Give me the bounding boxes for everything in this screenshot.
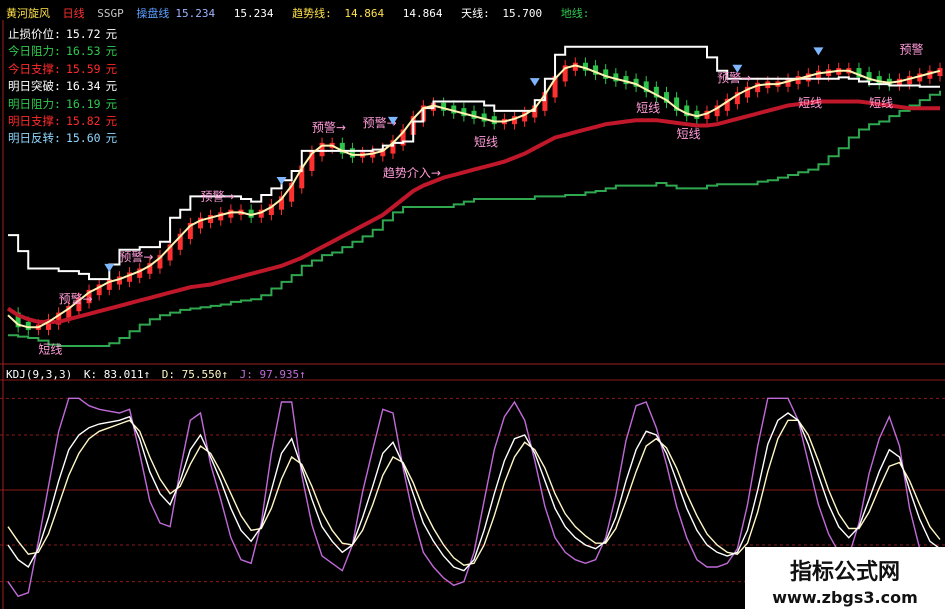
price-level-value: 16.19 — [65, 96, 101, 111]
price-level-row: 明日支撑: 15.82 元 — [8, 113, 117, 130]
price-level-unit: 元 — [105, 44, 118, 59]
candle-body — [349, 148, 355, 158]
signal-arrow-icon — [529, 78, 540, 87]
warning-label: 预警→ — [312, 120, 346, 135]
price-level-row: 明日阻力: 16.19 元 — [8, 96, 117, 113]
price-level-value: 15.72 — [65, 27, 101, 41]
short-label: 短线 — [636, 101, 660, 115]
kdj-name: KDJ(9,3,3) — [6, 368, 73, 381]
signal-arrow-icon — [813, 47, 824, 56]
header-item: 趋势线: 14.864 — [292, 7, 385, 20]
price-level-label: 明日阻力: — [8, 96, 61, 111]
price-level-label: 今日支撑: — [8, 61, 61, 76]
price-level-value: 15.82 — [65, 114, 101, 129]
price-level-unit: 元 — [105, 131, 118, 146]
chart-canvas[interactable]: 预警→预警→预警→预警→ 预警→预警→预警短线短线短线短线短线 短线趋势介入→ — [0, 0, 945, 609]
price-level-unit: 元 — [105, 61, 118, 76]
watermark-url: www.zbgs3.com — [772, 588, 918, 607]
earth-line — [8, 90, 941, 347]
kdj-k-value: K: 83.011↑ — [83, 368, 151, 381]
price-level-unit: 元 — [105, 79, 118, 94]
signal-arrow-icon — [104, 263, 115, 272]
price-level-label: 明日反转: — [8, 131, 61, 146]
kdj-d-value: D: 75.550↑ — [161, 368, 228, 381]
price-level-label: 止损价位: — [8, 27, 61, 41]
warning-label: 预警→ — [119, 249, 153, 264]
price-level-row: 止损价位: 15.72 元 — [8, 26, 117, 43]
header-bar: 黄河旋风 日线 SSGP 操盘线 15.234 15.234 趋势线: 14.86… — [6, 5, 601, 21]
watermark: 指标公式网 www.zbgs3.com — [745, 547, 945, 609]
short-label: 短线 — [869, 96, 893, 110]
price-level-row: 今日阻力: 16.53 元 — [8, 43, 117, 60]
warning-label: 预警→ — [200, 188, 234, 203]
header-item: 地线: — [560, 7, 590, 20]
price-level-value: 15.59 — [65, 61, 101, 76]
stock-code: SSGP — [97, 7, 124, 20]
header-item: 天线: 15.700 — [461, 7, 543, 20]
price-level-row: 明日反转: 15.60 元 — [8, 130, 117, 147]
price-level-row: 今日支撑: 15.59 元 — [8, 61, 117, 78]
price-level-value: 15.60 — [65, 131, 101, 146]
stock-chart-screen: 预警→ 预警→ 预警→ 预警→ 预警→ 预警→ 预警 短线 短线 短线 短线 短线 短线 趋势介入→ 黄河… — [0, 0, 945, 609]
trend-entry-label: 趋势介入→ — [383, 166, 441, 180]
price-level-value: 16.34 — [65, 79, 101, 94]
price-level-unit: 元 — [105, 114, 118, 129]
header-item: 14.864 — [402, 7, 443, 20]
warning-label: 预警→ — [59, 291, 93, 306]
watermark-title: 指标公式网 — [789, 560, 900, 585]
kdj-header: KDJ(9,3,3) K: 83.011↑ D: 75.550↑ J: 97.9… — [6, 368, 311, 381]
price-level-row: 明日突破: 16.34 元 — [8, 78, 117, 95]
short-label: 短线 — [798, 96, 822, 110]
warning-label: 预警 — [899, 41, 923, 56]
price-level-unit: 元 — [105, 96, 118, 111]
header-item: 15.234 — [233, 7, 274, 20]
price-level-label: 今日阻力: — [8, 44, 61, 59]
price-level-panel: 止损价位: 15.72 元今日阻力: 16.53 元今日支撑: 15.59 元明日突破: 16… — [8, 26, 117, 148]
price-level-label: 明日支撑: — [8, 114, 61, 129]
price-level-value: 16.53 — [65, 44, 101, 59]
header-item: 操盘线 15.234 — [136, 7, 216, 20]
short-label: 短线 — [677, 127, 701, 141]
period-label[interactable]: 日线 — [63, 7, 85, 20]
warning-label: 预警→ — [717, 70, 751, 85]
kdj-j-value: J: 97.935↑ — [239, 368, 306, 381]
short-label: 短线 — [38, 342, 62, 356]
price-level-unit: 元 — [105, 27, 118, 41]
short-label: 短线 — [474, 135, 498, 149]
price-level-label: 明日突破: — [8, 79, 61, 94]
stock-title: 黄河旋风 — [6, 7, 50, 20]
